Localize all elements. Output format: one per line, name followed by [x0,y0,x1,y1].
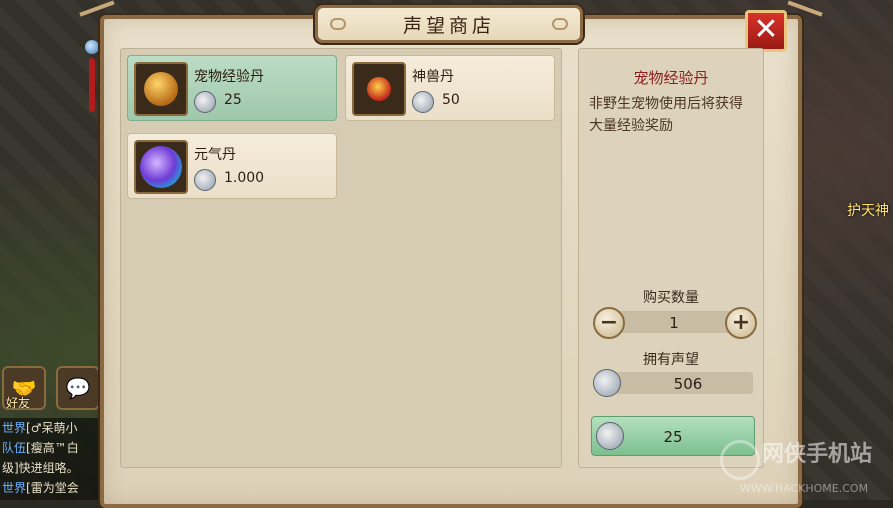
chat-line: 队伍[瘦高™白 [2,441,79,455]
item-detail-panel: 宠物经验丹 非野生宠物使用后将获得大量经验奖励 购买数量 1 − + 拥有声望 … [578,48,764,468]
left-hud: 🤝 💬 好友 世界[♂呆萌小 队伍[瘦高™白 级]快进组咯。 世界[雷为堂会 [0,0,108,500]
plus-icon: + [731,310,751,335]
item-price: 1.000 [224,170,265,186]
scroll-ornament-icon [330,18,346,30]
item-icon-frame [134,140,188,194]
beast-pill-icon [367,77,391,101]
item-icon-frame [134,62,188,116]
dialog-title: 声望商店 [402,14,495,37]
quantity-value[interactable]: 1 [609,314,739,332]
scroll-ornament-icon [552,18,568,30]
vitality-pill-icon [140,146,182,188]
detail-description: 非野生宠物使用后将获得大量经验奖励 [589,96,743,134]
tassel-icon [89,58,95,112]
item-name: 神兽丹 [412,69,454,85]
detail-item-name: 宠物经验丹 [633,69,709,87]
shop-item-beast-pill[interactable]: 神兽丹 50 [345,55,555,121]
close-button[interactable]: ✕ [745,10,787,52]
item-price: 50 [442,92,460,108]
shop-item-vitality-pill[interactable]: 元气丹 1.000 [127,133,337,199]
minus-icon: − [599,310,619,335]
friend-label: 好友 [6,396,31,410]
item-grid: 宠物经验丹 25 神兽丹 50 元气丹 1.000 [120,48,562,468]
decrease-quantity-button[interactable]: − [593,307,625,339]
reputation-coin-icon [194,91,216,113]
reputation-coin-icon [412,91,434,113]
owned-reputation-label: 拥有声望 [643,352,699,368]
dialog-title-plate: 声望商店 [315,5,583,43]
pet-exp-pill-icon [144,72,178,106]
quantity-label: 购买数量 [643,290,699,306]
owned-reputation-value: 506 [673,375,703,393]
owned-reputation-row: 506 [593,369,753,397]
chat-log[interactable]: 世界[♂呆萌小 队伍[瘦高™白 级]快进组咯。 世界[雷为堂会 [0,418,106,500]
quantity-stepper: 1 − + [593,307,757,339]
chat-button[interactable]: 💬 [56,366,100,410]
hanging-ornament [84,40,100,130]
chat-line: 世界[♂呆萌小 [2,421,78,435]
watermark-text: 网侠手机站 [762,442,873,467]
right-hud: 护天神 [789,0,893,500]
item-price: 25 [224,92,242,108]
chat-line: 世界[雷为堂会 [2,481,79,495]
shop-item-pet-exp-pill[interactable]: 宠物经验丹 25 [127,55,337,121]
watermark-url: WWW.HACKHOME.COM [740,482,869,495]
reputation-coin-icon [194,169,216,191]
item-icon-frame [352,62,406,116]
item-name: 宠物经验丹 [194,69,264,85]
bead-icon [85,40,99,54]
chat-line: 级]快进组咯。 [2,461,79,475]
speech-bubble-icon: 💬 [65,376,91,400]
item-name: 元气丹 [194,147,236,163]
watermark-logo-icon [720,440,760,480]
close-icon: ✕ [753,12,779,47]
guardian-name-label: 护天神 [847,203,889,219]
increase-quantity-button[interactable]: + [725,307,757,339]
